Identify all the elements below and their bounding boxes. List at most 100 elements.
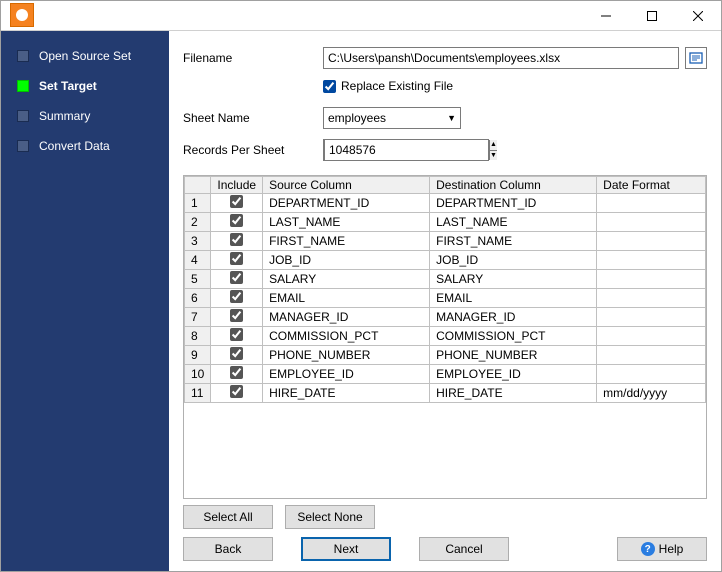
destination-column-cell[interactable]: FIRST_NAME — [430, 232, 597, 251]
destination-column-cell[interactable]: COMMISSION_PCT — [430, 327, 597, 346]
date-format-cell[interactable] — [597, 346, 706, 365]
header-dest[interactable]: Destination Column — [430, 177, 597, 194]
step-set-target[interactable]: Set Target — [1, 71, 169, 101]
include-checkbox[interactable] — [230, 366, 243, 379]
include-cell[interactable] — [211, 327, 263, 346]
header-datefmt[interactable]: Date Format — [597, 177, 706, 194]
source-column-cell[interactable]: JOB_ID — [263, 251, 430, 270]
destination-column-cell[interactable]: JOB_ID — [430, 251, 597, 270]
table-row[interactable]: 8COMMISSION_PCTCOMMISSION_PCT — [185, 327, 706, 346]
row-number: 4 — [185, 251, 211, 270]
spinner-down-button[interactable]: ▼ — [490, 151, 497, 161]
include-checkbox[interactable] — [230, 290, 243, 303]
row-number: 10 — [185, 365, 211, 384]
spinner-up-button[interactable]: ▲ — [490, 140, 497, 151]
sheetname-select[interactable]: employees ▼ — [323, 107, 461, 129]
source-column-cell[interactable]: FIRST_NAME — [263, 232, 430, 251]
source-column-cell[interactable]: PHONE_NUMBER — [263, 346, 430, 365]
close-button[interactable] — [675, 1, 721, 31]
source-column-cell[interactable]: LAST_NAME — [263, 213, 430, 232]
source-column-cell[interactable]: DEPARTMENT_ID — [263, 194, 430, 213]
date-format-cell[interactable] — [597, 365, 706, 384]
include-checkbox[interactable] — [230, 252, 243, 265]
include-cell[interactable] — [211, 194, 263, 213]
table-row[interactable]: 5 SALARYSALARY — [185, 270, 706, 289]
include-checkbox[interactable] — [230, 309, 243, 322]
row-number: 5 — [185, 270, 211, 289]
next-button[interactable]: Next — [301, 537, 391, 561]
include-checkbox[interactable] — [230, 271, 243, 284]
destination-column-cell[interactable]: LAST_NAME — [430, 213, 597, 232]
destination-column-cell[interactable]: EMAIL — [430, 289, 597, 308]
date-format-cell[interactable] — [597, 270, 706, 289]
include-checkbox[interactable] — [230, 385, 243, 398]
step-open-source-set[interactable]: Open Source Set — [1, 41, 169, 71]
include-checkbox[interactable] — [230, 195, 243, 208]
date-format-cell[interactable] — [597, 289, 706, 308]
records-per-sheet-spinner[interactable]: ▲ ▼ — [323, 139, 461, 161]
row-number: 3 — [185, 232, 211, 251]
step-label: Convert Data — [39, 139, 110, 153]
destination-column-cell[interactable]: HIRE_DATE — [430, 384, 597, 403]
include-cell[interactable] — [211, 384, 263, 403]
source-column-cell[interactable]: EMAIL — [263, 289, 430, 308]
date-format-cell[interactable] — [597, 232, 706, 251]
date-format-cell[interactable] — [597, 308, 706, 327]
select-all-button[interactable]: Select All — [183, 505, 273, 529]
source-column-cell[interactable]: MANAGER_ID — [263, 308, 430, 327]
table-row[interactable]: 11HIRE_DATEHIRE_DATEmm/dd/yyyy — [185, 384, 706, 403]
maximize-button[interactable] — [629, 1, 675, 31]
destination-column-cell[interactable]: EMPLOYEE_ID — [430, 365, 597, 384]
source-column-cell[interactable]: HIRE_DATE — [263, 384, 430, 403]
step-label: Set Target — [39, 79, 97, 93]
table-row[interactable]: 2LAST_NAMELAST_NAME — [185, 213, 706, 232]
include-cell[interactable] — [211, 270, 263, 289]
include-checkbox[interactable] — [230, 233, 243, 246]
include-cell[interactable] — [211, 289, 263, 308]
table-row[interactable]: 9PHONE_NUMBERPHONE_NUMBER — [185, 346, 706, 365]
date-format-cell[interactable] — [597, 213, 706, 232]
include-cell[interactable] — [211, 365, 263, 384]
date-format-cell[interactable] — [597, 194, 706, 213]
destination-column-cell[interactable]: SALARY — [430, 270, 597, 289]
help-button[interactable]: ? Help — [617, 537, 707, 561]
include-checkbox[interactable] — [230, 214, 243, 227]
destination-column-cell[interactable]: DEPARTMENT_ID — [430, 194, 597, 213]
include-checkbox[interactable] — [230, 328, 243, 341]
select-none-button[interactable]: Select None — [285, 505, 375, 529]
destination-column-cell[interactable]: PHONE_NUMBER — [430, 346, 597, 365]
date-format-cell[interactable] — [597, 327, 706, 346]
step-label: Summary — [39, 109, 90, 123]
date-format-cell[interactable] — [597, 251, 706, 270]
table-row[interactable]: 7MANAGER_IDMANAGER_ID — [185, 308, 706, 327]
include-cell[interactable] — [211, 232, 263, 251]
filename-input[interactable] — [323, 47, 679, 69]
replace-existing-checkbox[interactable] — [323, 80, 336, 93]
table-row[interactable]: 4 JOB_IDJOB_ID — [185, 251, 706, 270]
table-row[interactable]: 1DEPARTMENT_IDDEPARTMENT_ID — [185, 194, 706, 213]
header-include[interactable]: Include — [211, 177, 263, 194]
minimize-button[interactable] — [583, 1, 629, 31]
table-row[interactable]: 10 EMPLOYEE_IDEMPLOYEE_ID — [185, 365, 706, 384]
destination-column-cell[interactable]: MANAGER_ID — [430, 308, 597, 327]
replace-existing-label: Replace Existing File — [341, 79, 453, 93]
source-column-cell[interactable]: EMPLOYEE_ID — [263, 365, 430, 384]
step-convert-data[interactable]: Convert Data — [1, 131, 169, 161]
include-checkbox[interactable] — [230, 347, 243, 360]
include-cell[interactable] — [211, 213, 263, 232]
date-format-cell[interactable]: mm/dd/yyyy — [597, 384, 706, 403]
browse-button[interactable] — [685, 47, 707, 69]
include-cell[interactable] — [211, 251, 263, 270]
back-button[interactable]: Back — [183, 537, 273, 561]
records-per-sheet-input[interactable] — [324, 139, 489, 161]
table-row[interactable]: 3 FIRST_NAMEFIRST_NAME — [185, 232, 706, 251]
include-cell[interactable] — [211, 308, 263, 327]
source-column-cell[interactable]: SALARY — [263, 270, 430, 289]
header-source[interactable]: Source Column — [263, 177, 430, 194]
source-column-cell[interactable]: COMMISSION_PCT — [263, 327, 430, 346]
table-row[interactable]: 6EMAILEMAIL — [185, 289, 706, 308]
step-summary[interactable]: Summary — [1, 101, 169, 131]
include-cell[interactable] — [211, 346, 263, 365]
column-grid[interactable]: Include Source Column Destination Column… — [183, 175, 707, 499]
cancel-button[interactable]: Cancel — [419, 537, 509, 561]
